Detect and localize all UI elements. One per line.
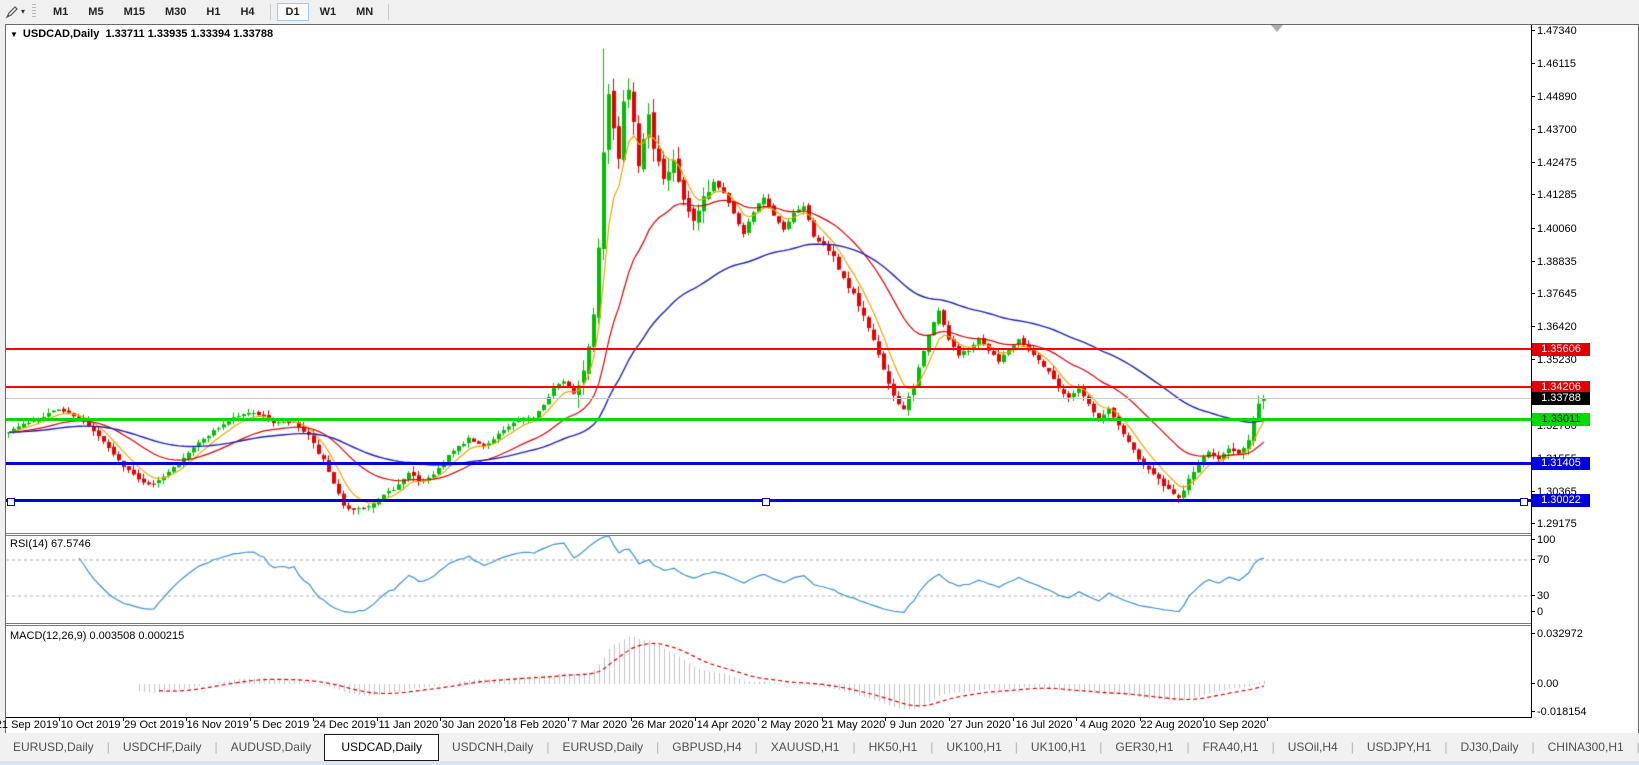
price-axis-tick: 1.41285 bbox=[1531, 189, 1607, 201]
rsi-axis-tick: 100 bbox=[1531, 534, 1607, 546]
horizontal-level-line[interactable] bbox=[6, 348, 1531, 351]
current-price-line[interactable] bbox=[6, 398, 1531, 400]
horizontal-level-line[interactable] bbox=[6, 418, 1531, 422]
chart-title: ▼ USDCAD,Daily 1.33711 1.33935 1.33394 1.… bbox=[10, 28, 273, 40]
price-axis-line bbox=[1531, 25, 1532, 718]
horizontal-level-line[interactable] bbox=[6, 461, 1531, 465]
pane-separator-macd[interactable] bbox=[6, 623, 1531, 626]
price-axis-tick: 1.37645 bbox=[1531, 288, 1607, 300]
right-shift-marker-icon[interactable] bbox=[1271, 25, 1283, 32]
price-level-badge: 1.31405 bbox=[1532, 456, 1590, 470]
price-axis-tick: 1.43700 bbox=[1531, 124, 1607, 136]
price-level-badge: 1.33788 bbox=[1532, 392, 1590, 406]
pane-separator-rsi[interactable] bbox=[6, 533, 1531, 536]
line-drag-handle[interactable] bbox=[1520, 497, 1528, 506]
macd-label: MACD(12,26,9) 0.003508 0.000215 bbox=[10, 630, 185, 642]
chart-menu-icon[interactable]: ▼ bbox=[10, 30, 18, 39]
rsi-axis-tick: 0 bbox=[1531, 606, 1607, 618]
rsi-label: RSI(14) 67.5746 bbox=[10, 538, 91, 550]
price-axis-tick: 1.29175 bbox=[1531, 518, 1607, 530]
macd-axis-tick: -0.018154 bbox=[1531, 706, 1607, 718]
price-axis-tick: 1.47340 bbox=[1531, 25, 1607, 37]
mt4-window: ▾ M1M5M15M30H1H4D1W1MN ▼USDCAD,Daily 1.3… bbox=[0, 0, 1639, 765]
chart-symbol: USDCAD,Daily bbox=[22, 28, 100, 40]
horizontal-level-line[interactable] bbox=[6, 386, 1531, 389]
price-axis-tick: 1.38835 bbox=[1531, 256, 1607, 268]
line-drag-handle[interactable] bbox=[7, 497, 15, 506]
line-drag-handle[interactable] bbox=[762, 497, 770, 506]
price-axis-tick: 1.42475 bbox=[1531, 157, 1607, 169]
macd-axis-tick: 0.00 bbox=[1531, 678, 1607, 690]
date-axis-label: 10 Sep 2020 bbox=[1203, 719, 1267, 731]
rsi-axis-tick: 30 bbox=[1531, 590, 1607, 602]
macd-axis-tick: 0.032972 bbox=[1531, 628, 1607, 640]
price-level-badge: 1.33011 bbox=[1532, 413, 1590, 427]
price-level-badge: 1.30022 bbox=[1532, 494, 1590, 508]
date-axis-line bbox=[6, 717, 1532, 718]
price-axis-tick: 1.36420 bbox=[1531, 321, 1607, 333]
chart-ohlc: 1.33711 1.33935 1.33394 1.33788 bbox=[105, 28, 274, 40]
price-level-badge: 1.35606 bbox=[1532, 342, 1590, 356]
price-axis-tick: 1.44890 bbox=[1531, 91, 1607, 103]
rsi-axis-tick: 70 bbox=[1531, 554, 1607, 566]
candlestick-chart-canvas[interactable] bbox=[0, 0, 1639, 765]
price-axis-tick: 1.46115 bbox=[1531, 58, 1607, 70]
price-axis-tick: 1.40060 bbox=[1531, 223, 1607, 235]
